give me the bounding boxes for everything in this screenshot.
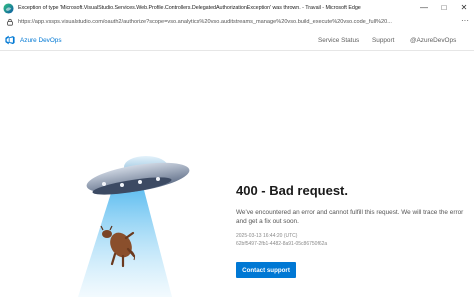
- ufo-abduction-illustration: [78, 156, 190, 297]
- ufo-light: [156, 177, 160, 181]
- close-button[interactable]: ✕: [454, 0, 474, 16]
- minimize-button[interactable]: —: [414, 0, 434, 16]
- twitter-handle-link[interactable]: @AzureDevOps: [410, 37, 456, 44]
- site-header: Azure DevOps Service Status Support @Azu…: [0, 30, 474, 51]
- lock-icon[interactable]: [6, 18, 14, 26]
- error-timestamp: 2025-03-13 16:44:20 (UTC): [236, 233, 298, 239]
- window-titlebar: Exception of type 'Microsoft.VisualStudi…: [0, 0, 474, 16]
- error-details: 2025-03-13 16:44:20 (UTC) 62bf5497-2fb1-…: [236, 232, 327, 248]
- brand-name[interactable]: Azure DevOps: [20, 37, 62, 44]
- azure-devops-logo: [5, 35, 15, 45]
- activity-id: 62bf5497-2fb1-4482-8a91-05c86750f62a: [236, 241, 328, 247]
- ufo-light: [120, 183, 124, 187]
- error-message: We've encountered an error and cannot fu…: [236, 209, 464, 226]
- service-status-link[interactable]: Service Status: [318, 37, 359, 44]
- maximize-button[interactable]: □: [434, 0, 454, 16]
- contact-support-button[interactable]: Contact support: [236, 262, 296, 278]
- brand[interactable]: Azure DevOps: [5, 35, 62, 45]
- window-title: Exception of type 'Microsoft.VisualStudi…: [18, 5, 361, 11]
- window-controls: — □ ✕: [414, 0, 474, 16]
- more-options-button[interactable]: ···: [456, 16, 474, 28]
- ufo-light: [138, 180, 142, 184]
- ufo-light: [102, 182, 106, 186]
- address-bar[interactable]: https://app.vssps.visualstudio.com/oauth…: [0, 16, 474, 28]
- url-field[interactable]: https://app.vssps.visualstudio.com/oauth…: [18, 19, 456, 25]
- edge-icon: [3, 2, 14, 14]
- error-title: 400 - Bad request.: [236, 183, 348, 198]
- support-link[interactable]: Support: [372, 37, 394, 44]
